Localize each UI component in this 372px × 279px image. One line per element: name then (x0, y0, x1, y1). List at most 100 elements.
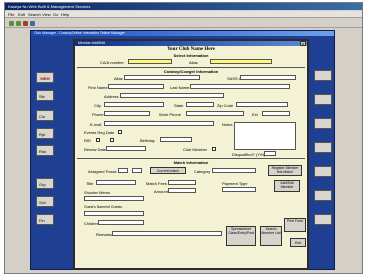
exit-button[interactable]: Exit (290, 238, 306, 247)
side-button-7-label: Sch (39, 200, 46, 205)
disqualified-field[interactable] (264, 151, 276, 156)
side-button-3[interactable]: Clo (36, 110, 54, 121)
payment-type-field[interactable] (222, 187, 256, 192)
state-label: State (174, 103, 184, 108)
side-button-5[interactable]: Rnk (36, 145, 54, 156)
side-button-7[interactable]: Sch (36, 196, 54, 207)
rid-label: RID (84, 138, 91, 143)
browser-title-bar: Kaseya Nu Web Built & Management Service… (5, 3, 362, 10)
refresh-icon[interactable] (30, 21, 35, 26)
address-label: Address (104, 94, 119, 99)
right-side-button-4[interactable] (314, 142, 332, 153)
forward-icon[interactable] (16, 21, 21, 26)
alias-label: Alias (189, 60, 198, 65)
email-field[interactable] (104, 121, 214, 126)
zip-label: Zip Code (217, 103, 234, 108)
app-title-bar: Club Manager - CowboyOnline Interactive … (31, 31, 334, 36)
side-button-1[interactable]: MEM (36, 72, 54, 83)
cla-number-label: CA/A number (100, 60, 124, 65)
browser-toolbar (5, 19, 362, 28)
current-match-button[interactable]: Current match (150, 167, 186, 174)
side-button-4[interactable]: Rpt (36, 128, 54, 139)
work-phone-label: Work Phone (159, 112, 181, 117)
notes-label: Notes (222, 122, 233, 127)
side-button-8[interactable]: Fin (36, 214, 54, 225)
side-button-6[interactable]: Grp (36, 178, 54, 189)
side-button-5-label: Rnk (39, 149, 47, 154)
menu-view[interactable]: View (42, 12, 51, 17)
category-label: Category (194, 169, 211, 174)
menu-edit[interactable]: Edit (18, 12, 25, 17)
right-side-button-3[interactable] (314, 118, 332, 129)
side-button-2[interactable]: Sle (36, 90, 54, 101)
search-member-button[interactable]: Search Member List (260, 226, 282, 246)
rid-radio-1[interactable] (96, 138, 100, 142)
close-button[interactable]: x (300, 41, 306, 46)
menu-search[interactable]: Search (28, 12, 41, 17)
email-label: E-mail (90, 122, 102, 127)
shooter-memo-field[interactable] (84, 196, 144, 201)
club-member-label: Club Member (183, 147, 208, 152)
assigned-posse-field[interactable] (118, 168, 128, 173)
address-field[interactable] (120, 93, 224, 98)
divider (77, 67, 305, 68)
menu-go[interactable]: Go (53, 12, 58, 17)
dialog-title: Member Add/Edit (78, 41, 105, 45)
alias-field[interactable] (124, 75, 200, 80)
sass-label: SASS # (227, 76, 242, 81)
side-button-3-label: Clo (39, 114, 46, 119)
right-side-button-1[interactable] (314, 70, 332, 81)
print-form-button[interactable]: Print Form (284, 218, 306, 232)
browser-title: Kaseya Nu Web Built & Management Service… (8, 4, 91, 9)
club-member-checkbox[interactable] (212, 147, 216, 151)
rid-radio-2[interactable] (110, 138, 114, 142)
right-side-button-7[interactable] (314, 214, 332, 225)
guests-field[interactable] (84, 211, 144, 216)
match-fees-label: Match Fees (146, 181, 167, 186)
birthday-field[interactable] (160, 137, 192, 142)
assigned-posse-label: Assigned Posse (88, 169, 117, 174)
events-reg-checkbox[interactable] (118, 130, 122, 134)
first-name-field[interactable] (108, 84, 164, 89)
renew-date-label: Renew Date (84, 147, 107, 152)
title-field[interactable] (96, 180, 136, 185)
notes-textarea[interactable] (234, 122, 296, 150)
alias-select[interactable] (210, 59, 272, 64)
renew-date-field[interactable] (106, 146, 146, 151)
phone-label: Phone (92, 112, 104, 117)
menu-help[interactable]: Help (61, 12, 69, 17)
state-field[interactable] (186, 102, 214, 107)
amount-label: Amount (154, 189, 168, 194)
side-button-6-label: Grp (39, 182, 46, 187)
side-button-2-label: Sle (39, 94, 45, 99)
menu-file[interactable]: File (8, 12, 14, 17)
side-button-8-label: Fin (39, 218, 45, 223)
add-edit-member-button[interactable]: Add/Edit Member (274, 180, 300, 192)
select-information-heading: Select Information (173, 53, 209, 58)
cla-number-select[interactable] (128, 59, 172, 64)
work-phone-field[interactable] (186, 111, 244, 116)
right-side-button-6[interactable] (314, 190, 332, 201)
phone-field[interactable] (104, 111, 150, 116)
dialog-title-bar: Member Add/Edit (75, 41, 307, 46)
back-icon[interactable] (9, 21, 14, 26)
sass-number-field[interactable] (240, 75, 296, 80)
shooter-memo-label: Shooter Memo (84, 190, 111, 195)
register-member-button[interactable]: Register Member this Match (268, 165, 302, 176)
spreadsheet-button[interactable]: Spreadsheet Class/Entry/Post (226, 226, 256, 246)
city-field[interactable] (104, 102, 164, 107)
remarks-field[interactable] (112, 231, 222, 236)
side-button-4-label: Rpt (39, 132, 46, 137)
zip-field[interactable] (236, 102, 288, 107)
assigned-posse-field-2[interactable] (132, 168, 142, 173)
amount-field[interactable] (168, 188, 196, 193)
right-side-button-2[interactable] (314, 94, 332, 105)
disqualified-label: Disqualified? (Y/N) (232, 152, 266, 157)
last-name-field[interactable] (190, 84, 290, 89)
stop-icon[interactable] (23, 21, 28, 26)
right-side-button-5[interactable] (314, 166, 332, 177)
match-fees-field[interactable] (168, 180, 196, 185)
ext-field[interactable] (262, 111, 290, 116)
children-field[interactable] (98, 220, 144, 225)
category-select[interactable] (212, 168, 256, 173)
